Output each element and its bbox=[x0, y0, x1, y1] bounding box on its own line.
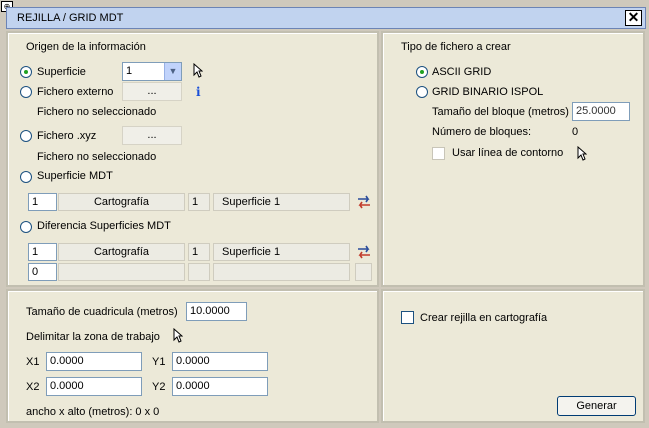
block-size-input[interactable]: 25.0000 bbox=[572, 102, 630, 121]
diff-num1-field[interactable]: 1 bbox=[28, 243, 57, 261]
diff2-num1-field[interactable]: 0 bbox=[28, 263, 57, 281]
x1-input[interactable]: 0.0000 bbox=[46, 352, 142, 371]
xyz-status: Fichero no seleccionado bbox=[37, 151, 157, 163]
label-superficie-mdt[interactable]: Superficie MDT bbox=[37, 170, 113, 182]
label-fichero-xyz[interactable]: Fichero .xyz bbox=[37, 130, 96, 142]
diff-superficie-field[interactable]: Superficie 1 bbox=[213, 243, 350, 261]
label-diferencia-mdt[interactable]: Diferencia Superficies MDT bbox=[37, 220, 171, 232]
source-heading: Origen de la información bbox=[26, 41, 146, 53]
mouse-cursor-icon bbox=[577, 146, 587, 161]
filetype-panel: Tipo de fichero a crear ASCII GRID GRID … bbox=[381, 31, 645, 287]
cell-size-label: Tamaño de cuadricula (metros) bbox=[26, 306, 178, 318]
size-readout: ancho x alto (metros): 0 x 0 bbox=[26, 406, 160, 418]
mouse-cursor-icon bbox=[173, 328, 183, 343]
radio-fichero-externo[interactable] bbox=[20, 86, 32, 98]
browse-xyz-button[interactable]: ... bbox=[122, 126, 182, 145]
label-superficie[interactable]: Superficie bbox=[37, 66, 86, 78]
superficie-select[interactable]: 1 ▼ bbox=[122, 62, 182, 81]
output-panel: Crear rejilla en cartografía Generar bbox=[381, 289, 645, 423]
x2-input[interactable]: 0.0000 bbox=[46, 377, 142, 396]
externo-status: Fichero no seleccionado bbox=[37, 106, 157, 118]
label-ascii-grid[interactable]: ASCII GRID bbox=[432, 66, 491, 78]
generate-button[interactable]: Generar bbox=[557, 396, 636, 416]
block-size-label: Tamaño del bloque (metros) bbox=[432, 106, 569, 118]
grid-panel: Tamaño de cuadricula (metros) 10.0000 De… bbox=[6, 289, 379, 423]
title-bar: REJILLA / GRID MDT ✕ bbox=[6, 7, 646, 29]
diff2-cartografia-button bbox=[58, 263, 185, 281]
mouse-cursor-icon bbox=[193, 63, 203, 78]
browse-externo-button[interactable]: ... bbox=[122, 82, 182, 101]
diff2-num2-field bbox=[188, 263, 210, 281]
contour-checkbox[interactable] bbox=[432, 147, 445, 160]
mdt-superficie-field[interactable]: Superficie 1 bbox=[213, 193, 350, 211]
cell-size-input[interactable]: 10.0000 bbox=[186, 302, 247, 321]
y1-label: Y1 bbox=[152, 356, 166, 368]
close-button[interactable]: ✕ bbox=[625, 10, 642, 26]
diff-cartografia-button[interactable]: Cartografía bbox=[58, 243, 185, 261]
radio-fichero-xyz[interactable] bbox=[20, 130, 32, 142]
diff-num2-field: 1 bbox=[188, 243, 210, 261]
radio-diferencia-mdt[interactable] bbox=[20, 221, 32, 233]
filetype-heading: Tipo de fichero a crear bbox=[401, 41, 511, 53]
contour-label[interactable]: Usar línea de contorno bbox=[452, 147, 563, 159]
label-fichero-externo[interactable]: Fichero externo bbox=[37, 86, 113, 98]
y2-label: Y2 bbox=[152, 381, 166, 393]
y2-input[interactable]: 0.0000 bbox=[172, 377, 268, 396]
radio-superficie-mdt[interactable] bbox=[20, 171, 32, 183]
radio-superficie[interactable] bbox=[20, 66, 32, 78]
swap-arrows-icon[interactable] bbox=[355, 193, 373, 211]
mdt-num2-field: 1 bbox=[188, 193, 210, 211]
source-panel: Origen de la información Superficie 1 ▼ … bbox=[6, 31, 379, 287]
superficie-select-value: 1 bbox=[126, 65, 133, 77]
zone-label: Delimitar la zona de trabajo bbox=[26, 331, 160, 343]
x2-label: X2 bbox=[26, 381, 40, 393]
y1-input[interactable]: 0.0000 bbox=[172, 352, 268, 371]
block-count-label: Número de bloques: bbox=[432, 126, 532, 138]
create-grid-checkbox[interactable] bbox=[401, 311, 414, 324]
swap-arrows-icon[interactable] bbox=[355, 243, 373, 261]
x1-label: X1 bbox=[26, 356, 40, 368]
dialog-window: ⊕ REJILLA / GRID MDT ✕ Origen de la info… bbox=[0, 0, 649, 428]
block-count-value: 0 bbox=[572, 126, 579, 138]
chevron-down-icon[interactable]: ▼ bbox=[164, 63, 181, 80]
radio-grid-binario[interactable] bbox=[416, 86, 428, 98]
mdt-cartografia-button[interactable]: Cartografía bbox=[58, 193, 185, 211]
diff2-swap-placeholder bbox=[355, 263, 372, 281]
diff2-superficie-field bbox=[213, 263, 350, 281]
mdt-num1-field[interactable]: 1 bbox=[28, 193, 57, 211]
info-icon[interactable]: i bbox=[196, 85, 201, 99]
window-title: REJILLA / GRID MDT bbox=[17, 12, 124, 24]
create-grid-label[interactable]: Crear rejilla en cartografía bbox=[420, 312, 547, 324]
radio-ascii-grid[interactable] bbox=[416, 66, 428, 78]
label-grid-binario[interactable]: GRID BINARIO ISPOL bbox=[432, 86, 543, 98]
